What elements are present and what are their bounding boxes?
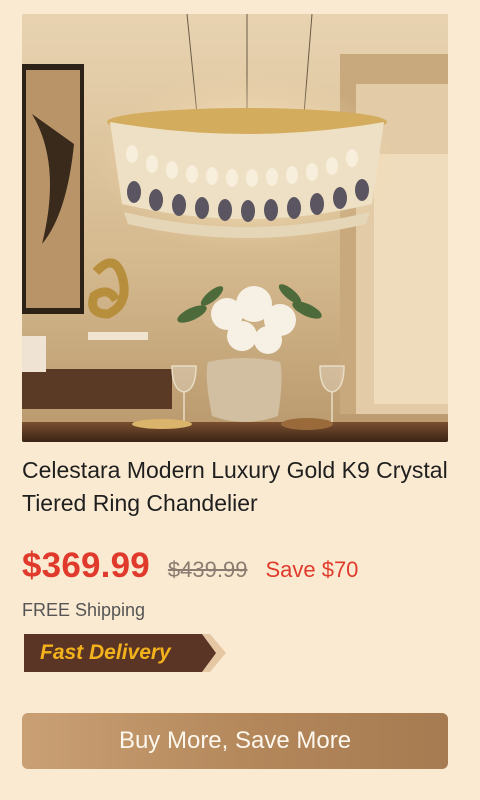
badge-label: Fast Delivery xyxy=(40,641,171,664)
product-card: Celestara Modern Luxury Gold K9 Crystal … xyxy=(0,0,480,800)
price-row: $369.99 $439.99 Save $70 xyxy=(22,546,358,590)
fast-delivery-badge: Fast Delivery xyxy=(22,632,232,674)
chandelier-scene xyxy=(22,14,448,442)
product-image[interactable] xyxy=(22,14,448,442)
sale-price: $369.99 xyxy=(22,546,150,585)
savings-label: Save $70 xyxy=(265,557,359,582)
buy-more-button[interactable]: Buy More, Save More xyxy=(22,713,448,769)
original-price: $439.99 xyxy=(167,557,248,582)
shipping-label: FREE Shipping xyxy=(22,600,146,620)
product-title[interactable]: Celestara Modern Luxury Gold K9 Crystal … xyxy=(22,454,458,520)
